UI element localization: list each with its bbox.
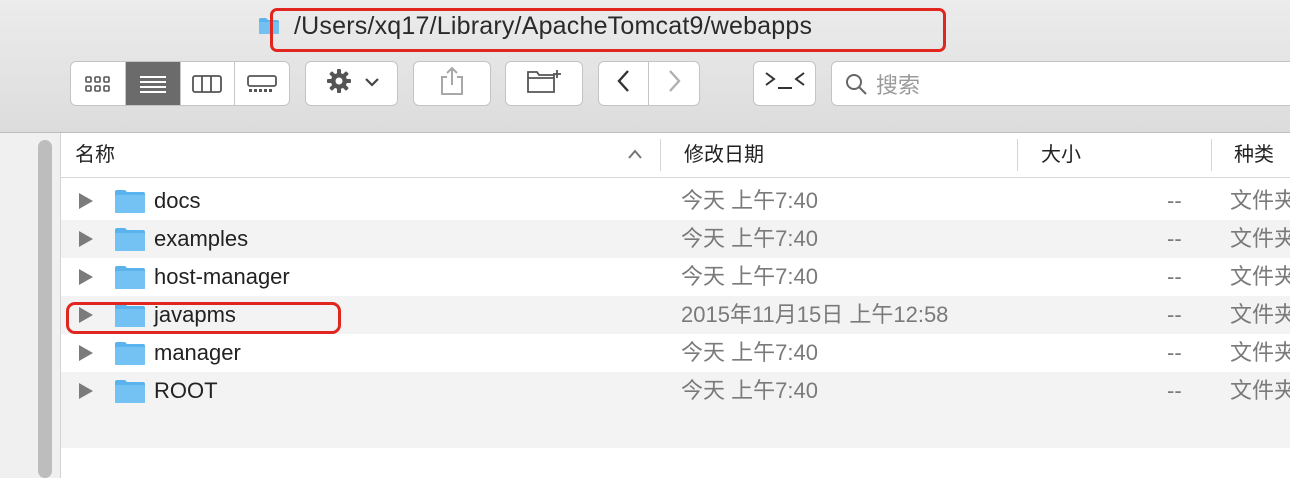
file-size: -- [1167,340,1182,365]
file-kind: 文件夹 [1230,302,1290,327]
file-date: 今天 上午7:40 [681,226,818,251]
gear-icon [324,66,354,101]
search-placeholder: 搜索 [876,72,921,98]
annotation-box [270,8,946,52]
back-button[interactable] [598,61,649,106]
table-row[interactable]: manager 今天 上午7:40 -- 文件夹 [61,334,1290,372]
disclosure-triangle-icon[interactable] [79,383,93,399]
forward-button[interactable] [648,61,700,106]
file-date: 今天 上午7:40 [681,378,818,403]
column-header: 名称 修改日期 大小 种类 [61,133,1290,178]
view-mode-control[interactable] [70,61,290,106]
folder-icon [114,189,146,214]
folder-icon [114,379,146,404]
annotation-box [66,302,341,334]
share-button[interactable] [413,61,491,106]
terminal-icon [762,68,808,99]
file-kind: 文件夹 [1230,226,1290,251]
column-view-icon[interactable] [181,62,236,105]
empty-row [61,410,1290,448]
table-row[interactable]: examples 今天 上午7:40 -- 文件夹 [61,220,1290,258]
folder-icon [114,227,146,252]
disclosure-triangle-icon[interactable] [79,269,93,285]
file-name: docs [154,188,201,213]
file-size: -- [1167,226,1182,251]
file-kind: 文件夹 [1230,378,1290,403]
file-size: -- [1167,264,1182,289]
terminal-button[interactable] [753,61,816,106]
share-icon [439,66,465,101]
new-folder-button[interactable] [505,61,583,106]
table-row[interactable]: docs 今天 上午7:40 -- 文件夹 [61,182,1290,220]
chevron-down-icon [364,75,380,93]
column-size-header[interactable]: 大小 [1041,133,1081,177]
search-icon [844,72,868,96]
column-kind-header[interactable]: 种类 [1234,133,1274,177]
chevron-right-icon [666,69,682,98]
file-name: host-manager [154,264,290,289]
window-toolbar: /Users/xq17/Library/ApacheTomcat9/webapp… [0,0,1290,133]
gallery-view-icon[interactable] [235,62,289,105]
search-field[interactable]: 搜索 [831,61,1290,106]
chevron-left-icon [616,69,632,98]
file-date: 今天 上午7:40 [681,340,818,365]
disclosure-triangle-icon[interactable] [79,345,93,361]
new-folder-icon [526,68,562,99]
table-row[interactable]: ROOT 今天 上午7:40 -- 文件夹 [61,372,1290,410]
sort-ascending-icon[interactable] [627,147,643,165]
file-name: examples [154,226,249,251]
file-size: -- [1167,302,1182,327]
file-kind: 文件夹 [1230,264,1290,289]
disclosure-triangle-icon[interactable] [79,231,93,247]
disclosure-triangle-icon[interactable] [79,193,93,209]
action-menu-button[interactable] [305,61,398,106]
column-date-header[interactable]: 修改日期 [684,133,764,177]
folder-icon [114,265,146,290]
file-kind: 文件夹 [1230,188,1290,213]
file-kind: 文件夹 [1230,340,1290,365]
file-name: manager [154,340,241,365]
list-view-icon[interactable] [125,62,181,105]
table-row[interactable]: host-manager 今天 上午7:40 -- 文件夹 [61,258,1290,296]
file-date: 2015年11月15日 上午12:58 [681,302,949,327]
file-name: ROOT [154,378,218,403]
file-date: 今天 上午7:40 [681,264,818,289]
file-size: -- [1167,188,1182,213]
icon-view-icon[interactable] [71,62,126,105]
folder-icon [114,341,146,366]
file-size: -- [1167,378,1182,403]
sidebar-scrollbar[interactable] [38,140,52,478]
column-name-header[interactable]: 名称 [75,133,115,177]
file-date: 今天 上午7:40 [681,188,818,213]
